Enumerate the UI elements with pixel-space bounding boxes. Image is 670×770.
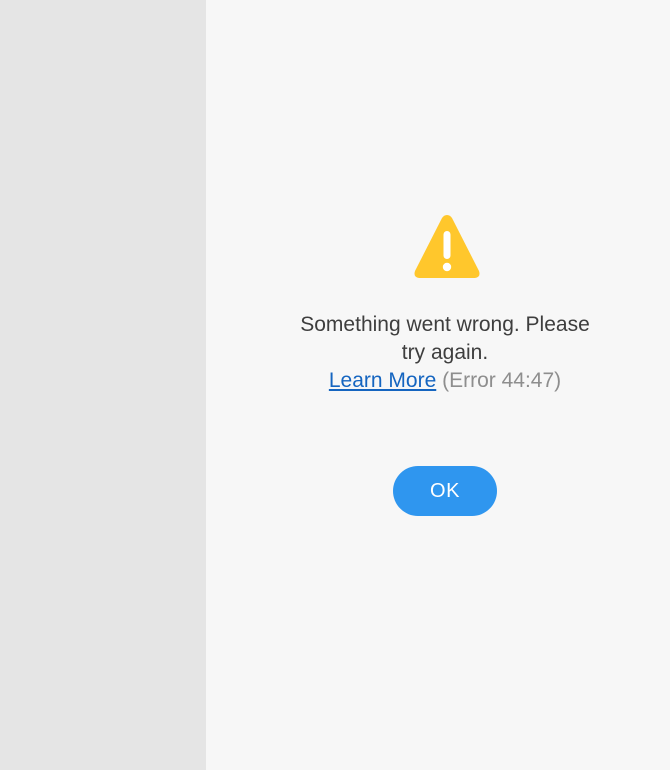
learn-more-link[interactable]: Learn More: [329, 369, 436, 392]
error-message-line-2: try again.: [401, 341, 489, 364]
error-details-line: Learn More (Error 44:47): [266, 367, 624, 395]
ok-button[interactable]: OK: [393, 466, 497, 516]
error-message-line-1: Something went wrong. Please: [300, 313, 590, 336]
sidebar-panel: [0, 0, 206, 770]
warning-icon: [412, 212, 482, 280]
error-code: (Error 44:47): [442, 369, 562, 392]
error-message: Something went wrong. Please try again. …: [266, 311, 624, 395]
